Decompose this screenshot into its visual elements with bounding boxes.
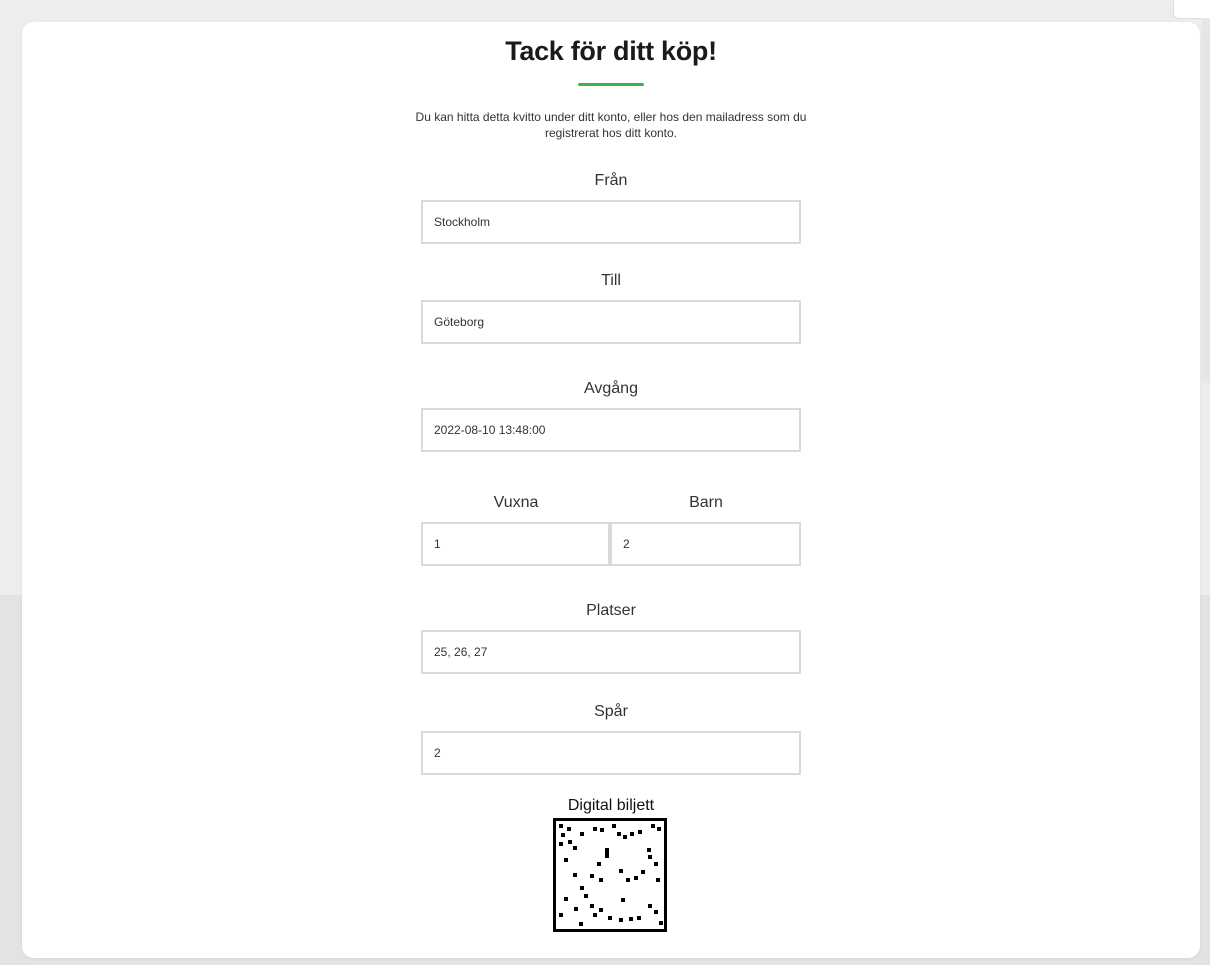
adults-field[interactable]: 1 xyxy=(421,522,610,566)
children-value: 2 xyxy=(623,537,630,551)
seats-value: 25, 26, 27 xyxy=(434,645,488,659)
track-field[interactable]: 2 xyxy=(421,731,801,775)
seats-label: Platser xyxy=(586,602,636,619)
track-value: 2 xyxy=(434,746,441,760)
track-label: Spår xyxy=(594,703,628,720)
adults-value: 1 xyxy=(434,537,441,551)
seats-field[interactable]: 25, 26, 27 xyxy=(421,630,801,674)
departure-field[interactable]: 2022-08-10 13:48:00 xyxy=(421,408,801,452)
receipt-card: Tack för ditt köp! Du kan hitta detta kv… xyxy=(22,22,1200,958)
departure-value: 2022-08-10 13:48:00 xyxy=(434,423,546,437)
digital-ticket-label: Digital biljett xyxy=(567,797,655,814)
departure-label: Avgång xyxy=(584,380,638,397)
from-label: Från xyxy=(594,172,628,189)
qr-code-icon xyxy=(553,818,667,932)
adults-label: Vuxna xyxy=(493,494,539,511)
from-value: Stockholm xyxy=(434,215,491,229)
page-title: Tack för ditt köp! xyxy=(505,36,717,66)
to-value: Göteborg xyxy=(434,315,485,329)
to-field[interactable]: Göteborg xyxy=(421,300,801,344)
to-label: Till xyxy=(601,272,621,289)
window-corner-tab xyxy=(1173,0,1210,19)
title-underline xyxy=(578,83,644,86)
receipt-info-text: Du kan hitta detta kvitto under ditt kon… xyxy=(415,110,807,140)
scrollbar-track[interactable] xyxy=(1202,18,1210,383)
children-field[interactable]: 2 xyxy=(610,522,801,566)
children-label: Barn xyxy=(689,494,723,511)
from-field[interactable]: Stockholm xyxy=(421,200,801,244)
